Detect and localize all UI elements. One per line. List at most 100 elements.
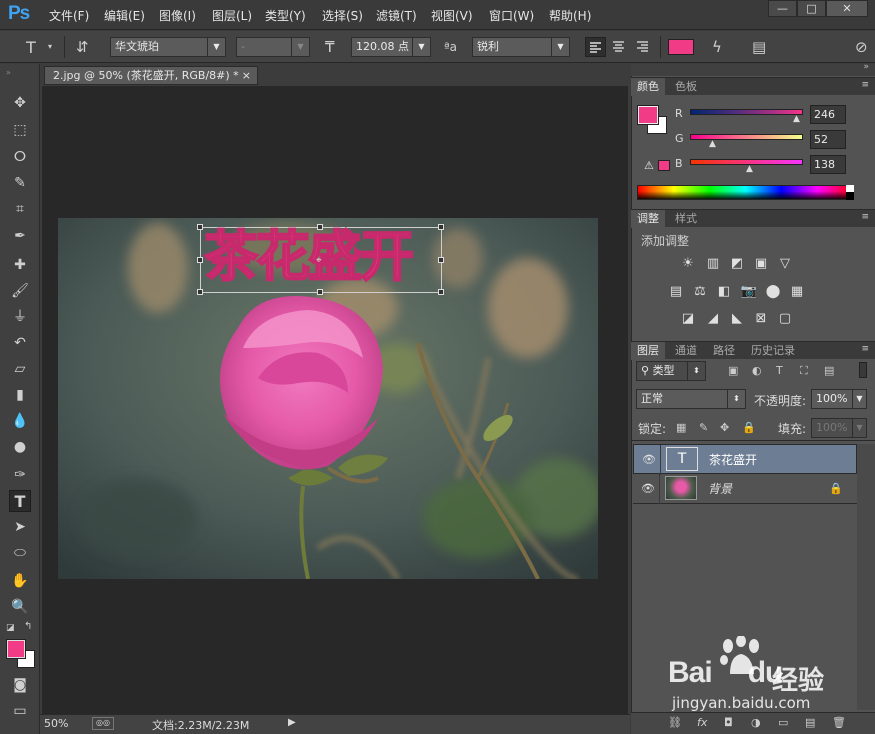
panel-menu-icon[interactable]: ≡: [861, 80, 869, 90]
photo-filter-icon[interactable]: 📷: [740, 284, 758, 300]
swap-colors-icon[interactable]: ↰: [24, 621, 32, 632]
layer-row-background[interactable]: 👁 背景 🔒: [633, 474, 857, 504]
screen-mode-icon[interactable]: ▭: [9, 700, 31, 722]
antialias-select[interactable]: 锐利 ▼: [472, 37, 570, 57]
spectrum-black[interactable]: [846, 192, 854, 200]
gradient-tool-icon[interactable]: ▮: [9, 384, 31, 406]
menu-type[interactable]: 类型(Y): [265, 7, 306, 24]
slider-thumb-g[interactable]: ▲: [709, 139, 716, 149]
channel-mixer-icon[interactable]: ⬤: [764, 284, 782, 300]
channel-r-slider[interactable]: [690, 109, 803, 115]
slider-thumb-r[interactable]: ▲: [793, 114, 800, 124]
menu-filter[interactable]: 滤镜(T): [376, 7, 417, 24]
lasso-tool-icon[interactable]: ⵔ: [9, 146, 31, 168]
transform-handle[interactable]: [197, 257, 203, 263]
collapse-arrows-icon[interactable]: »: [863, 62, 869, 72]
character-panel-icon[interactable]: ▤: [752, 38, 766, 56]
font-size-select[interactable]: 120.08 点 ▼: [351, 37, 431, 57]
transform-handle[interactable]: [317, 224, 323, 230]
menu-view[interactable]: 视图(V): [431, 7, 473, 24]
channel-g-value[interactable]: 52: [810, 130, 846, 149]
close-tab-icon[interactable]: ×: [242, 67, 251, 84]
hue-saturation-icon[interactable]: ▤: [667, 284, 685, 300]
zoom-level[interactable]: 50%: [44, 717, 68, 730]
filter-type-icon[interactable]: T: [776, 364, 783, 377]
eyedropper-tool-icon[interactable]: ✒: [9, 225, 31, 247]
transform-handle[interactable]: [438, 257, 444, 263]
text-layer-content[interactable]: 茶花盛开: [203, 222, 415, 292]
tab-styles[interactable]: 样式: [669, 210, 703, 228]
threshold-icon[interactable]: ◣: [728, 311, 746, 327]
blur-tool-icon[interactable]: 💧: [9, 410, 31, 432]
color-balance-icon[interactable]: ⚖: [691, 284, 709, 300]
collapse-arrows-icon[interactable]: »: [6, 68, 11, 77]
menu-select[interactable]: 选择(S): [322, 7, 363, 24]
panel-menu-icon[interactable]: ≡: [861, 212, 869, 222]
tab-color[interactable]: 颜色: [631, 78, 665, 96]
align-right-button[interactable]: [633, 37, 654, 57]
transform-handle[interactable]: [317, 289, 323, 295]
tab-adjustments[interactable]: 调整: [631, 210, 665, 228]
pen-tool-icon[interactable]: ✑: [9, 464, 31, 486]
menu-layer[interactable]: 图层(L): [212, 7, 252, 24]
channel-g-slider[interactable]: [690, 134, 803, 140]
visibility-eye-icon[interactable]: 👁: [642, 454, 656, 465]
transform-handle[interactable]: [197, 289, 203, 295]
black-white-icon[interactable]: ◧: [715, 284, 733, 300]
brightness-contrast-icon[interactable]: ☀: [679, 256, 697, 272]
color-panel-fg-swatch[interactable]: [637, 105, 659, 125]
tab-history[interactable]: 历史记录: [745, 342, 801, 360]
tab-paths[interactable]: 路径: [707, 342, 741, 360]
menu-file[interactable]: 文件(F): [49, 7, 89, 24]
path-select-tool-icon[interactable]: ➤: [9, 516, 31, 538]
filter-toggle[interactable]: [859, 362, 867, 378]
align-left-button[interactable]: [585, 37, 606, 57]
status-menu-arrow-icon[interactable]: ▶: [288, 717, 296, 728]
lock-pixels-icon[interactable]: ✎: [699, 421, 708, 434]
zoom-tool-icon[interactable]: 🔍: [9, 596, 31, 618]
lock-transparency-icon[interactable]: ▦: [676, 421, 686, 434]
type-tool-icon[interactable]: T: [9, 490, 31, 512]
text-orientation-icon[interactable]: ⇵: [76, 38, 89, 56]
align-center-button[interactable]: [609, 37, 630, 57]
slider-thumb-b[interactable]: ▲: [746, 164, 753, 174]
spectrum-white[interactable]: [846, 185, 854, 192]
marquee-tool-icon[interactable]: ⬚: [9, 119, 31, 141]
crop-tool-icon[interactable]: ⌗: [9, 198, 31, 220]
cancel-icon[interactable]: ⊘: [855, 38, 868, 56]
font-family-select[interactable]: 华文琥珀 ▼: [110, 37, 226, 57]
tab-layers[interactable]: 图层: [631, 342, 665, 360]
gamut-warning-icon[interactable]: ⚠: [644, 159, 654, 172]
layer-name[interactable]: 茶花盛开: [709, 445, 757, 475]
exposure-icon[interactable]: ▣: [752, 256, 770, 272]
filter-adjustment-icon[interactable]: ◐: [752, 364, 762, 377]
invert-icon[interactable]: ◪: [679, 311, 697, 327]
clone-stamp-tool-icon[interactable]: ⏚: [9, 306, 31, 328]
layer-name[interactable]: 背景: [708, 474, 732, 504]
quick-select-tool-icon[interactable]: ✎: [9, 172, 31, 194]
transform-handle[interactable]: [197, 224, 203, 230]
panel-menu-icon[interactable]: ≡: [861, 344, 869, 354]
default-colors-icon[interactable]: ◪: [6, 623, 15, 633]
opacity-input[interactable]: 100% ▼: [811, 389, 867, 409]
transform-handle[interactable]: [438, 224, 444, 230]
eraser-tool-icon[interactable]: ▱: [9, 358, 31, 380]
text-tool-preset-icon[interactable]: T: [26, 38, 36, 57]
lock-position-icon[interactable]: ✥: [720, 421, 729, 434]
tab-swatches[interactable]: 色板: [669, 78, 703, 96]
vibrance-icon[interactable]: ▽: [776, 256, 794, 272]
menu-window[interactable]: 窗口(W): [489, 7, 534, 24]
font-style-select[interactable]: - ▼: [236, 37, 310, 57]
gamut-color-swatch[interactable]: [658, 160, 670, 171]
healing-brush-tool-icon[interactable]: ✚: [9, 254, 31, 276]
filter-smart-object-icon[interactable]: ▤: [824, 364, 834, 377]
dodge-tool-icon[interactable]: ●: [9, 436, 31, 458]
layer-filter-select[interactable]: ⚲ 类型 ⬍: [636, 361, 706, 381]
menu-edit[interactable]: 编辑(E): [104, 7, 145, 24]
filter-pixel-icon[interactable]: ▣: [728, 364, 738, 377]
filter-shape-icon[interactable]: ⛶: [800, 364, 808, 378]
selective-color-icon[interactable]: ⊠: [752, 311, 770, 327]
fill-input[interactable]: 100% ▼: [811, 418, 867, 438]
hand-tool-icon[interactable]: ✋: [9, 570, 31, 592]
posterize-icon[interactable]: ◢: [704, 311, 722, 327]
